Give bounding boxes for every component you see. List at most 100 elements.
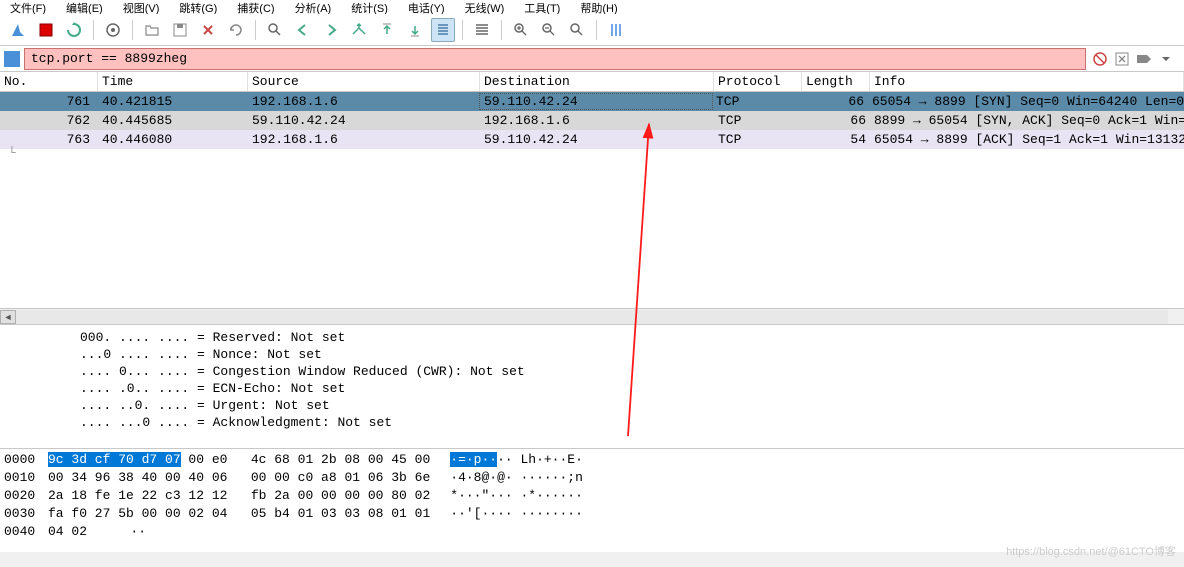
table-row[interactable]: 76240.44568559.110.42.24192.168.1.6TCP66…	[0, 111, 1184, 130]
prev-icon[interactable]	[291, 18, 315, 42]
col-destination[interactable]: Destination	[480, 72, 714, 91]
find-icon[interactable]	[263, 18, 287, 42]
hex-offset: 0010	[4, 469, 48, 487]
packet-list-pane: No. Time Source Destination Protocol Len…	[0, 72, 1184, 308]
menu-tools[interactable]: 工具(T)	[524, 0, 560, 14]
cell-info: 65054 → 8899 [ACK] Seq=1 Ack=1 Win=13132…	[870, 132, 1184, 147]
hex-offset: 0020	[4, 487, 48, 505]
menu-help[interactable]: 帮助(H)	[580, 0, 617, 14]
autoscroll-icon[interactable]	[431, 18, 455, 42]
detail-line[interactable]: ...0 .... .... = Nonce: Not set	[0, 346, 1184, 363]
hex-row[interactable]: 00202a 18 fe 1e 22 c3 12 12 fb 2a 00 00 …	[4, 487, 1180, 505]
go-last-icon[interactable]	[403, 18, 427, 42]
separator	[132, 20, 133, 40]
h-scrollbar[interactable]: ◄ ►	[0, 308, 1184, 324]
col-info[interactable]: Info	[870, 72, 1184, 91]
cell-source: 59.110.42.24	[248, 113, 480, 128]
packet-details-pane[interactable]: 000. .... .... = Reserved: Not set...0 .…	[0, 324, 1184, 448]
scroll-track[interactable]	[16, 310, 1168, 324]
cell-length: 66	[800, 94, 868, 109]
cell-no: 761	[0, 94, 98, 109]
hex-offset: 0000	[4, 451, 48, 469]
col-no[interactable]: No.	[0, 72, 98, 91]
bookmark-icon[interactable]	[4, 51, 20, 67]
hex-ascii: *···"··· ·*······	[450, 487, 583, 505]
packet-bytes-pane[interactable]: 00009c 3d cf 70 d7 07 00 e0 4c 68 01 2b …	[0, 448, 1184, 552]
cell-destination: 59.110.42.24	[480, 132, 714, 147]
cell-source: 192.168.1.6	[248, 132, 480, 147]
menu-edit[interactable]: 编辑(E)	[66, 0, 103, 14]
goto-packet-icon[interactable]	[347, 18, 371, 42]
stop-capture-icon[interactable]	[34, 18, 58, 42]
save-icon[interactable]	[168, 18, 192, 42]
cell-info: 8899 → 65054 [SYN, ACK] Seq=0 Ack=1 Win=…	[870, 113, 1184, 128]
menu-wireless[interactable]: 无线(W)	[465, 0, 505, 14]
menu-stats[interactable]: 统计(S)	[351, 0, 388, 14]
menu-capture[interactable]: 捕获(C)	[237, 0, 274, 14]
reload-icon[interactable]	[224, 18, 248, 42]
colorize-icon[interactable]	[470, 18, 494, 42]
col-source[interactable]: Source	[248, 72, 480, 91]
separator	[255, 20, 256, 40]
col-time[interactable]: Time	[98, 72, 248, 91]
shark-fin-icon[interactable]	[6, 18, 30, 42]
filter-dropdown-icon[interactable]	[1156, 49, 1176, 69]
display-filter-input[interactable]	[24, 48, 1086, 70]
options-icon[interactable]	[101, 18, 125, 42]
col-length[interactable]: Length	[802, 72, 870, 91]
cell-destination: 59.110.42.24	[479, 93, 713, 110]
hex-ascii: ·4·8@·@· ······;n	[450, 469, 583, 487]
cell-protocol: TCP	[714, 113, 802, 128]
clear-filter-icon[interactable]	[1090, 49, 1110, 69]
detail-line[interactable]: .... ...0 .... = Acknowledgment: Not set	[0, 414, 1184, 431]
separator	[596, 20, 597, 40]
hex-row[interactable]: 00009c 3d cf 70 d7 07 00 e0 4c 68 01 2b …	[4, 451, 1180, 469]
scroll-left-icon[interactable]: ◄	[0, 310, 16, 324]
open-icon[interactable]	[140, 18, 164, 42]
detail-line[interactable]: 000. .... .... = Reserved: Not set	[0, 329, 1184, 346]
cell-time: 40.421815	[98, 94, 248, 109]
cell-length: 54	[802, 132, 870, 147]
toolbar	[0, 14, 1184, 46]
menu-file[interactable]: 文件(F)	[10, 0, 46, 14]
menu-telephony[interactable]: 电话(Y)	[408, 0, 445, 14]
hex-ascii: ··	[130, 523, 146, 541]
zoom-out-icon[interactable]	[537, 18, 561, 42]
hex-bytes: fa f0 27 5b 00 00 02 04 05 b4 01 03 03 0…	[48, 506, 430, 521]
next-icon[interactable]	[319, 18, 343, 42]
detail-line[interactable]: .... ..0. .... = Urgent: Not set	[0, 397, 1184, 414]
filter-bar	[0, 46, 1184, 72]
resize-columns-icon[interactable]	[604, 18, 628, 42]
separator	[462, 20, 463, 40]
cell-no: 762	[0, 113, 98, 128]
cancel-filter-icon[interactable]	[1112, 49, 1132, 69]
zoom-reset-icon[interactable]	[565, 18, 589, 42]
restart-capture-icon[interactable]	[62, 18, 86, 42]
menu-view[interactable]: 视图(V)	[123, 0, 160, 14]
hex-row[interactable]: 001000 34 96 38 40 00 40 06 00 00 c0 a8 …	[4, 469, 1180, 487]
table-row[interactable]: 76340.446080192.168.1.659.110.42.24TCP54…	[0, 130, 1184, 149]
cell-time: 40.445685	[98, 113, 248, 128]
cell-protocol: TCP	[714, 132, 802, 147]
hex-row[interactable]: 0030fa f0 27 5b 00 00 02 04 05 b4 01 03 …	[4, 505, 1180, 523]
detail-line[interactable]: .... 0... .... = Congestion Window Reduc…	[0, 363, 1184, 380]
close-icon[interactable]	[196, 18, 220, 42]
col-protocol[interactable]: Protocol	[714, 72, 802, 91]
zoom-in-icon[interactable]	[509, 18, 533, 42]
hex-ascii: ··'[···· ········	[450, 505, 583, 523]
cell-time: 40.446080	[98, 132, 248, 147]
tree-end-marker: └	[8, 147, 16, 159]
packet-list-body[interactable]: 76140.421815192.168.1.659.110.42.24TCP66…	[0, 92, 1184, 308]
menu-analyze[interactable]: 分析(A)	[295, 0, 332, 14]
detail-line[interactable]: .... .0.. .... = ECN-Echo: Not set	[0, 380, 1184, 397]
hex-bytes: 2a 18 fe 1e 22 c3 12 12 fb 2a 00 00 00 0…	[48, 488, 430, 503]
apply-filter-icon[interactable]	[1134, 49, 1154, 69]
table-row[interactable]: 76140.421815192.168.1.659.110.42.24TCP66…	[0, 92, 1184, 111]
go-first-icon[interactable]	[375, 18, 399, 42]
packet-list-header: No. Time Source Destination Protocol Len…	[0, 72, 1184, 92]
cell-source: 192.168.1.6	[248, 94, 480, 109]
hex-bytes: 04 02	[48, 524, 110, 539]
cell-destination: 192.168.1.6	[480, 113, 714, 128]
hex-row[interactable]: 004004 02 ··	[4, 523, 1180, 541]
menu-goto[interactable]: 跳转(G)	[179, 0, 217, 14]
